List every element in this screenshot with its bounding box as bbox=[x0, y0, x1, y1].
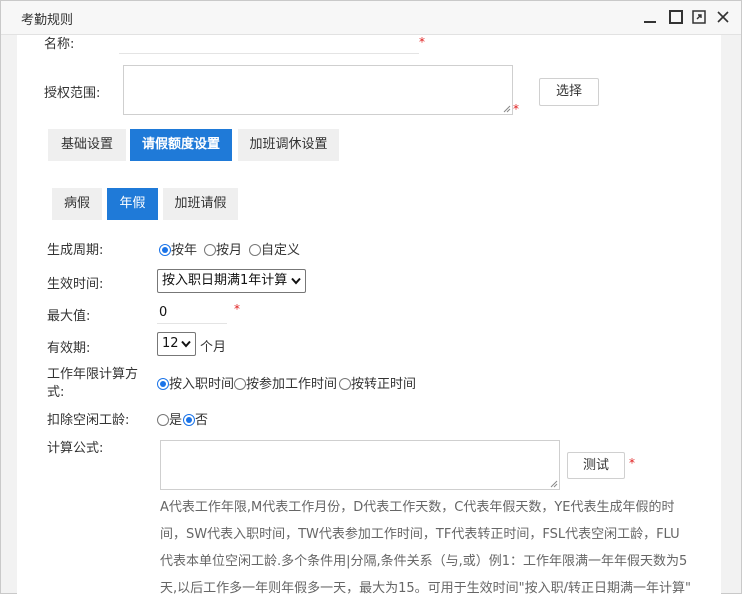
restore-icon[interactable] bbox=[692, 10, 706, 24]
radio-icon[interactable] bbox=[249, 244, 261, 256]
select-button[interactable]: 选择 bbox=[539, 78, 599, 106]
name-input[interactable] bbox=[119, 36, 419, 54]
seniority-option-hire-date[interactable]: 按入职时间 bbox=[157, 373, 234, 392]
deduct-option-yes[interactable]: 是 bbox=[157, 409, 182, 428]
validity-label: 有效期: bbox=[47, 341, 91, 356]
max-required-mark: * bbox=[234, 302, 240, 316]
subtab-overtime-leave[interactable]: 加班请假 bbox=[163, 188, 238, 220]
radio-selected-icon[interactable] bbox=[159, 244, 171, 256]
radio-icon[interactable] bbox=[157, 414, 169, 426]
subtab-annual-leave[interactable]: 年假 bbox=[107, 188, 158, 220]
formula-help-line: A代表工作年限,M代表工作月份，D代表工作天数，C代表年假天数，YE代表生成年假… bbox=[160, 500, 675, 515]
scope-required-mark: * bbox=[513, 102, 519, 116]
title-bar[interactable]: 考勤规则 bbox=[1, 1, 741, 35]
effective-time-label: 生效时间: bbox=[47, 277, 104, 292]
formula-label: 计算公式: bbox=[47, 441, 104, 456]
subtab-sick-leave[interactable]: 病假 bbox=[52, 188, 102, 220]
formula-textarea[interactable] bbox=[160, 440, 560, 490]
close-icon[interactable] bbox=[716, 10, 730, 24]
resize-grip-icon[interactable] bbox=[549, 479, 558, 488]
cycle-option-custom[interactable]: 自定义 bbox=[249, 239, 300, 258]
seniority-label-line1: 工作年限计算方 bbox=[47, 367, 139, 382]
tab-overtime-settings[interactable]: 加班调休设置 bbox=[238, 129, 339, 161]
seniority-option-work-start[interactable]: 按参加工作时间 bbox=[234, 373, 337, 392]
dialog-title: 考勤规则 bbox=[21, 13, 74, 28]
radio-selected-icon[interactable] bbox=[157, 378, 169, 390]
minimize-icon[interactable] bbox=[643, 10, 657, 24]
scope-label: 授权范围: bbox=[44, 86, 101, 101]
max-value-input[interactable]: 0 bbox=[157, 303, 227, 324]
chevron-down-icon bbox=[291, 277, 301, 285]
effective-time-select[interactable]: 按入职日期满1年计算 bbox=[157, 269, 306, 293]
resize-grip-icon[interactable] bbox=[502, 104, 511, 113]
cycle-option-year[interactable]: 按年 bbox=[159, 239, 197, 258]
radio-selected-icon[interactable] bbox=[183, 414, 195, 426]
tab-basic-settings[interactable]: 基础设置 bbox=[48, 129, 126, 161]
validity-select[interactable]: 12 bbox=[157, 332, 196, 356]
name-required-mark: * bbox=[419, 35, 425, 49]
deduct-option-no[interactable]: 否 bbox=[183, 409, 208, 428]
name-label: 名称: bbox=[44, 37, 75, 52]
seniority-option-regularization[interactable]: 按转正时间 bbox=[339, 373, 416, 392]
radio-icon[interactable] bbox=[204, 244, 216, 256]
chevron-down-icon bbox=[181, 340, 191, 348]
dialog-content: 名称: * 授权范围: * 选择 基础设置 请假额度设置 加班调休设置 病假 年… bbox=[17, 35, 721, 595]
dialog-window: 考勤规则 名称: * 授权范围: * 选择 基础设置 请假额度设置 加班调休设置… bbox=[0, 0, 742, 595]
test-button[interactable]: 测试 bbox=[567, 452, 625, 479]
tab-leave-quota-settings[interactable]: 请假额度设置 bbox=[130, 129, 232, 161]
cycle-label: 生成周期: bbox=[47, 243, 104, 258]
validity-unit: 个月 bbox=[200, 340, 227, 355]
cycle-option-month[interactable]: 按月 bbox=[204, 239, 242, 258]
formula-help-line: 代表本单位空闲工龄.多个条件用|分隔,条件关系（与,或）例1：工作年限满一年年假… bbox=[160, 554, 688, 569]
maximize-icon[interactable] bbox=[669, 10, 683, 24]
max-value-label: 最大值: bbox=[47, 309, 91, 324]
formula-help-line: 间，SW代表入职时间，TW代表参加工作时间，TF代表转正时间，FSL代表空闲工龄… bbox=[160, 527, 680, 542]
radio-icon[interactable] bbox=[234, 378, 246, 390]
radio-icon[interactable] bbox=[339, 378, 351, 390]
scope-textarea[interactable] bbox=[123, 65, 513, 115]
formula-help-line: 天,以后工作多一年则年假多一天，最大为15。可用于生效时间"按入职/转正日期满一… bbox=[160, 581, 692, 595]
formula-help-text: A代表工作年限,M代表工作月份，D代表工作天数，C代表年假天数，YE代表生成年假… bbox=[160, 494, 692, 595]
seniority-label-line2: 式: bbox=[47, 385, 65, 400]
formula-required-mark: * bbox=[629, 456, 635, 470]
deduct-idle-label: 扣除空闲工龄: bbox=[47, 413, 130, 428]
